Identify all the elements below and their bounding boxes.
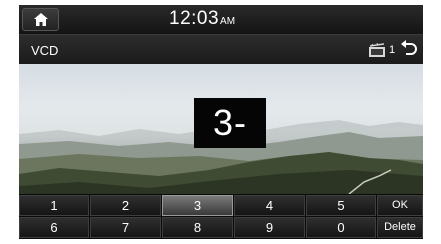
- key-7[interactable]: 7: [90, 217, 161, 238]
- source-title: VCD: [31, 43, 59, 58]
- numeric-keypad: 1 2 3 4 5 OK 6 7 8 9 0 Delete: [19, 194, 423, 239]
- clock: 12:03AM: [169, 8, 235, 30]
- key-3[interactable]: 3: [162, 195, 233, 216]
- key-4[interactable]: 4: [234, 195, 305, 216]
- disc-count: 1: [389, 44, 396, 56]
- home-button[interactable]: [22, 8, 59, 31]
- vcd-player-screen: 12:03AM VCD 1 3- 1 2 3 4 5 OK 6 7 8 9 0 …: [19, 5, 423, 239]
- key-9[interactable]: 9: [234, 217, 305, 238]
- video-display: 3-: [19, 64, 423, 194]
- title-bar: VCD 1: [19, 34, 423, 64]
- clock-ampm: AM: [220, 16, 236, 27]
- back-button[interactable]: [397, 38, 421, 61]
- key-5[interactable]: 5: [306, 195, 376, 216]
- delete-button[interactable]: Delete: [377, 217, 423, 238]
- ok-button[interactable]: OK: [377, 195, 423, 216]
- disc-icon: [369, 43, 385, 57]
- key-8[interactable]: 8: [162, 217, 233, 238]
- status-bar: 12:03AM: [19, 5, 423, 34]
- back-arrow-icon: [401, 40, 417, 55]
- key-6[interactable]: 6: [19, 217, 89, 238]
- key-1[interactable]: 1: [19, 195, 89, 216]
- track-number-entry: 3-: [194, 98, 266, 148]
- key-0[interactable]: 0: [306, 217, 376, 238]
- home-icon: [34, 13, 48, 26]
- clock-time: 12:03: [169, 8, 220, 29]
- key-2[interactable]: 2: [90, 195, 161, 216]
